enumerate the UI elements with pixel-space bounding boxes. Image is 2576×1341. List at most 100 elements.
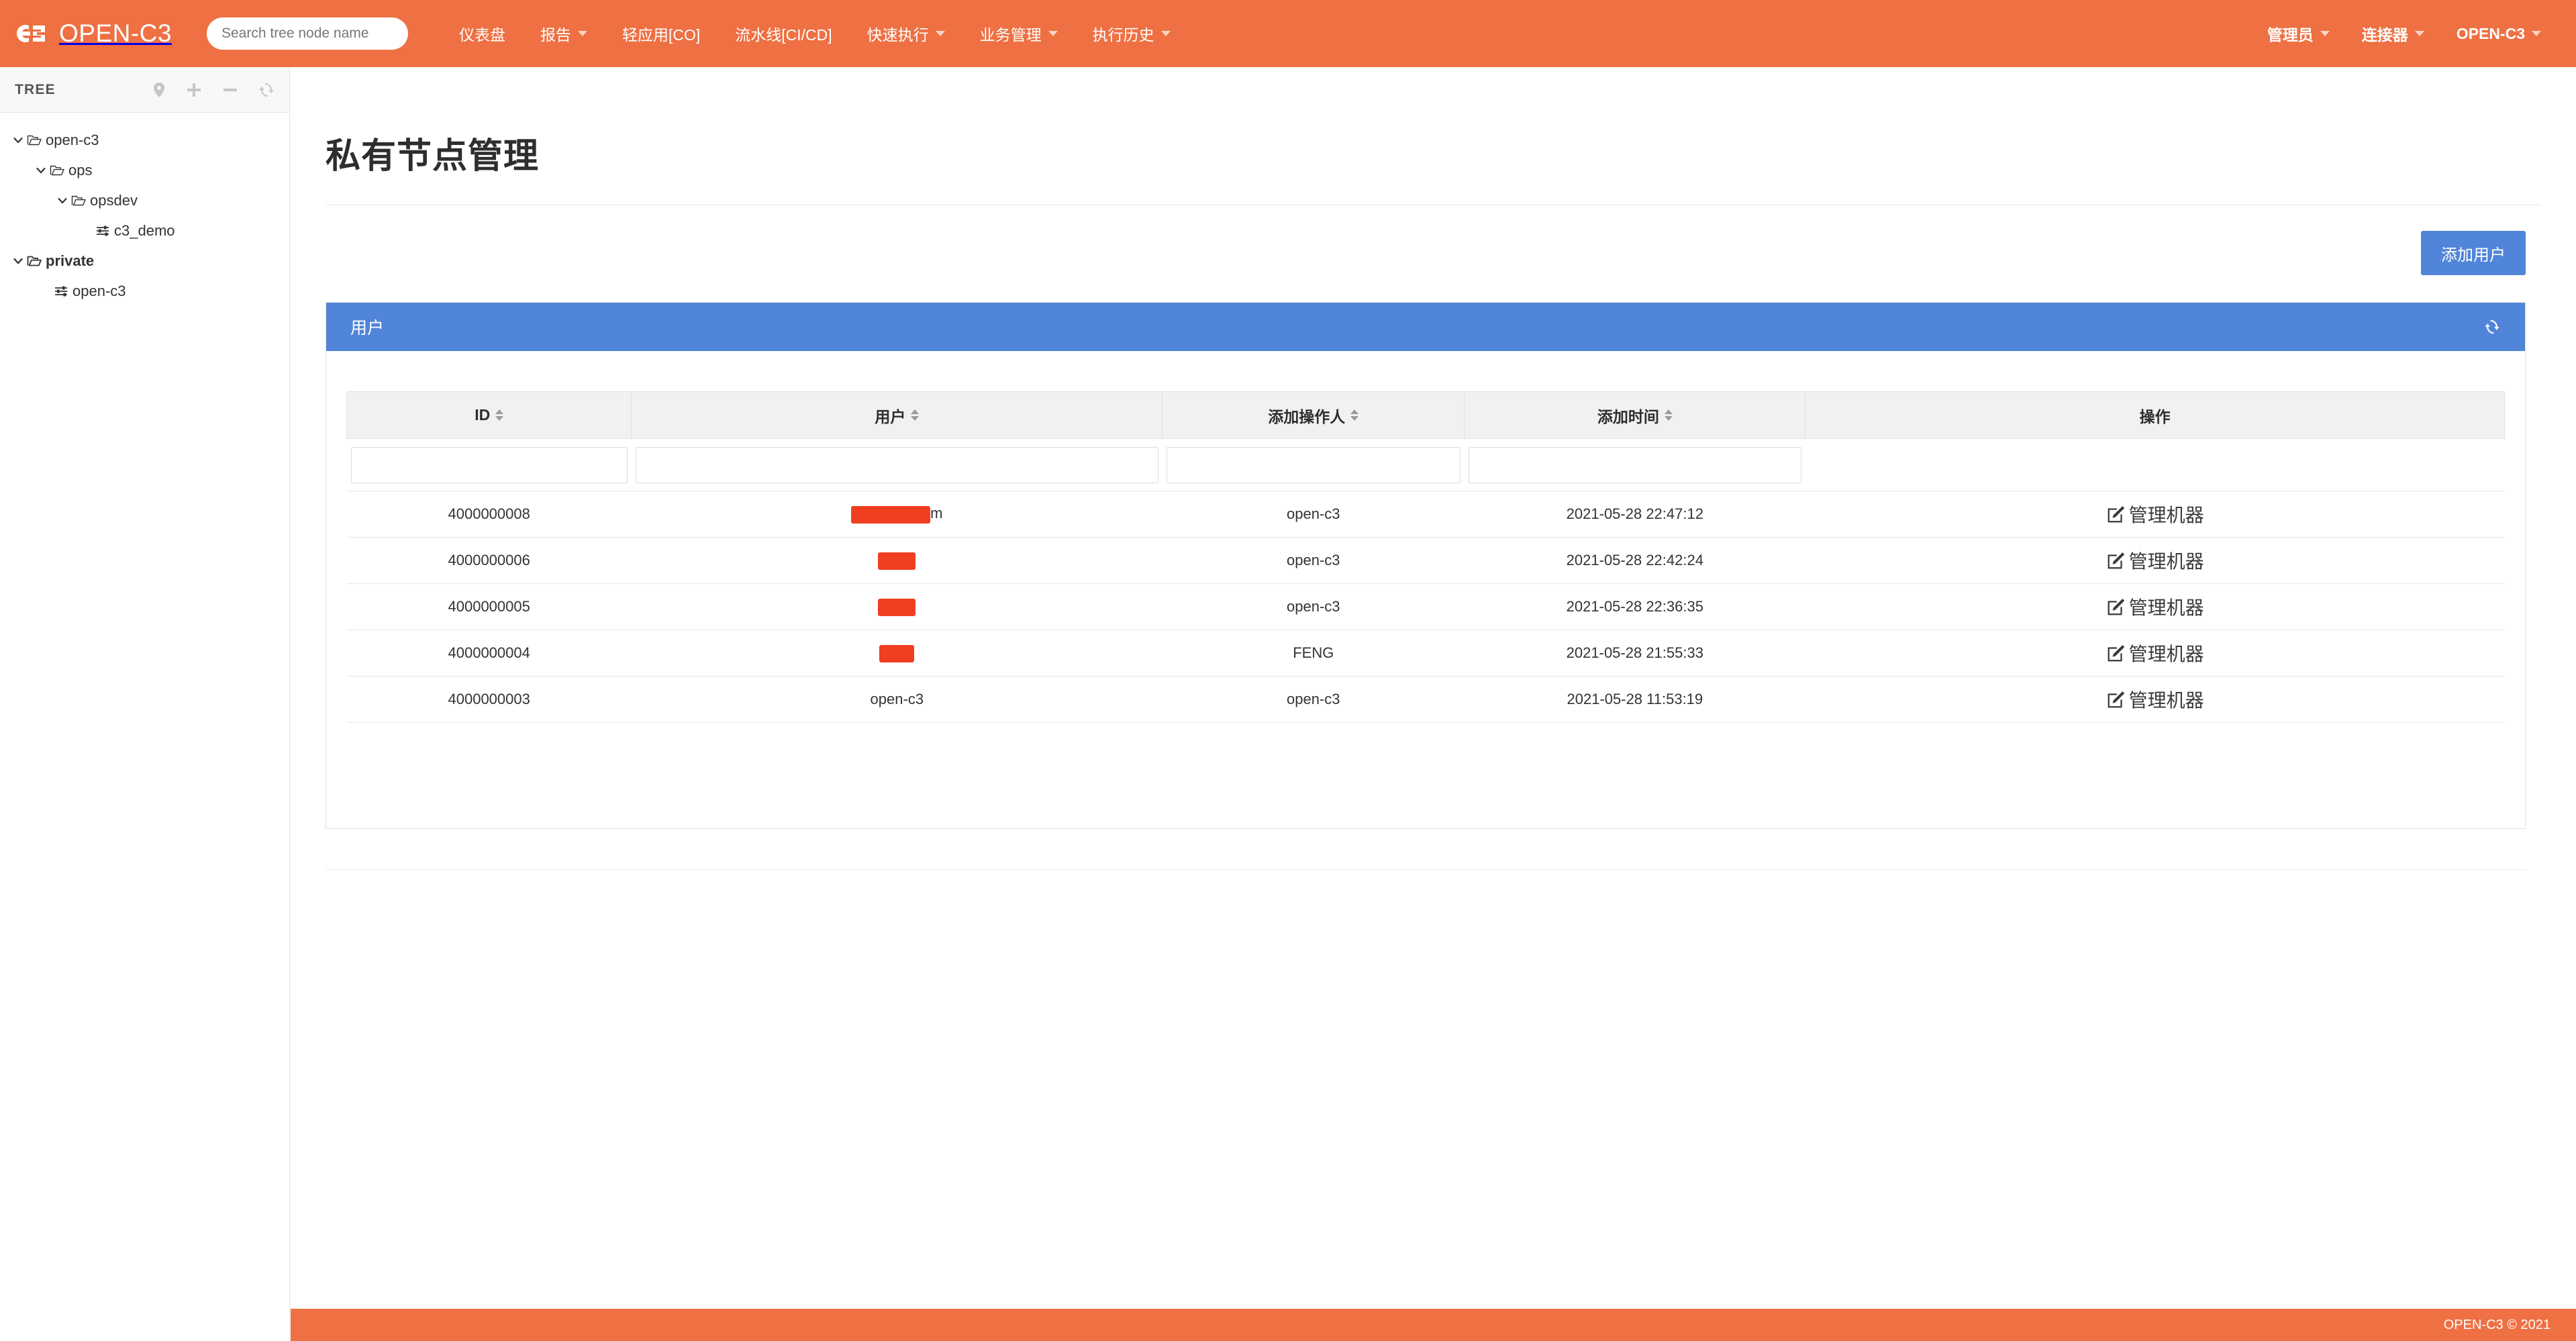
search-input[interactable] — [206, 17, 408, 50]
filter-cell-action — [1805, 438, 2505, 491]
table-row: 4000000008 m open-c3 2021-05-28 22:47:12 — [346, 491, 2505, 538]
tree-node-label: open-c3 — [72, 282, 126, 299]
nav-label: 业务管理 — [979, 26, 1042, 44]
nav-label: 管理员 — [2267, 26, 2314, 44]
nav-item-quick-exec[interactable]: 快速执行 — [850, 0, 962, 67]
tree-node-private-open-c3[interactable]: open-c3 — [0, 276, 289, 306]
nav-label: 流水线[CI/CD] — [735, 26, 832, 44]
filter-input-id[interactable] — [350, 446, 628, 483]
tree-node-label: ops — [68, 161, 93, 179]
manage-machine-link[interactable]: 管理机器 — [2106, 501, 2204, 528]
nav-item-connector[interactable]: 连接器 — [2346, 0, 2440, 67]
folder-open-icon — [27, 134, 42, 147]
minus-icon[interactable] — [222, 82, 238, 98]
cell-user: open-c3 — [631, 676, 1162, 723]
redacted-value — [879, 644, 915, 662]
nav-item-pipeline[interactable]: 流水线[CI/CD] — [717, 0, 849, 67]
table-row: 4000000003 open-c3 open-c3 2021-05-28 11… — [346, 676, 2505, 723]
top-navigation-bar: OPEN-C3 仪表盘 报告 轻应用[CO] 流水线[CI/CD] 快速执行 业… — [0, 0, 2576, 67]
cell-time: 2021-05-28 11:53:19 — [1464, 676, 1805, 723]
tree-node-ops[interactable]: ops — [0, 155, 289, 185]
chevron-down-icon[interactable] — [9, 134, 27, 146]
locate-pin-icon[interactable] — [152, 82, 166, 98]
sliders-icon — [54, 285, 68, 298]
add-user-button[interactable]: 添加用户 — [2421, 231, 2526, 275]
chevron-down-icon — [2414, 31, 2424, 36]
cell-user — [631, 583, 1162, 630]
sort-toggle-icon[interactable] — [1664, 409, 1673, 421]
column-header-action: 操作 — [1805, 391, 2505, 439]
secondary-nav-list: 管理员 连接器 OPEN-C3 — [2251, 0, 2557, 67]
manage-machine-link[interactable]: 管理机器 — [2106, 686, 2204, 713]
tree-node-open-c3[interactable]: open-c3 — [0, 125, 289, 155]
cell-user — [631, 537, 1162, 584]
refresh-icon[interactable] — [2483, 318, 2501, 336]
column-header-user[interactable]: 用户 — [631, 391, 1163, 439]
sort-toggle-icon[interactable] — [911, 409, 920, 421]
column-header-operator[interactable]: 添加操作人 — [1162, 391, 1465, 439]
cell-time: 2021-05-28 22:42:24 — [1464, 537, 1805, 584]
edit-square-icon — [2106, 689, 2126, 709]
chevron-down-icon[interactable] — [9, 255, 27, 267]
nav-item-dashboard[interactable]: 仪表盘 — [442, 0, 523, 67]
cell-id: 4000000003 — [346, 676, 632, 723]
tree-node-private[interactable]: private — [0, 246, 289, 276]
manage-machine-link[interactable]: 管理机器 — [2106, 547, 2204, 574]
cell-action: 管理机器 — [1805, 630, 2505, 677]
cell-time: 2021-05-28 22:47:12 — [1464, 491, 1805, 538]
sort-toggle-icon[interactable] — [1350, 409, 1359, 421]
nav-item-exec-history[interactable]: 执行历史 — [1075, 0, 1188, 67]
footer-copyright: OPEN-C3 © 2021 — [2443, 1317, 2550, 1332]
cell-operator: open-c3 — [1162, 676, 1465, 723]
plus-icon[interactable] — [186, 82, 202, 98]
tree-node-label: c3_demo — [114, 221, 175, 239]
nav-label: OPEN-C3 — [2456, 24, 2525, 42]
tree-toolbar — [152, 82, 275, 98]
nav-item-light-app[interactable]: 轻应用[CO] — [605, 0, 717, 67]
filter-input-operator[interactable] — [1166, 446, 1460, 483]
tree-node-label: opsdev — [90, 191, 138, 209]
nav-item-account[interactable]: OPEN-C3 — [2440, 0, 2557, 67]
tree-node-c3-demo[interactable]: c3_demo — [0, 215, 289, 246]
manage-machine-label: 管理机器 — [2128, 550, 2204, 572]
nav-item-business-mgmt[interactable]: 业务管理 — [962, 0, 1075, 67]
redacted-value — [851, 505, 931, 524]
manage-machine-label: 管理机器 — [2128, 643, 2204, 664]
manage-machine-label: 管理机器 — [2128, 504, 2204, 526]
tree-node-opsdev[interactable]: opsdev — [0, 185, 289, 215]
edit-square-icon — [2106, 597, 2126, 617]
cell-action: 管理机器 — [1805, 676, 2505, 723]
column-label: 添加操作人 — [1268, 407, 1346, 426]
tree-panel-title: TREE — [15, 81, 56, 97]
user-table-head: ID 用户 添加操作人 添加时间 操作 — [346, 391, 2505, 439]
chevron-down-icon — [2320, 31, 2330, 36]
edit-square-icon — [2106, 504, 2126, 524]
table-header-row: ID 用户 添加操作人 添加时间 操作 — [346, 391, 2505, 439]
manage-machine-link[interactable]: 管理机器 — [2106, 593, 2204, 620]
cell-action: 管理机器 — [1805, 583, 2505, 630]
chevron-down-icon[interactable] — [32, 164, 50, 177]
filter-input-user[interactable] — [635, 446, 1158, 483]
brand-home-link[interactable]: OPEN-C3 — [15, 0, 172, 67]
sliders-icon — [95, 224, 110, 238]
column-header-time[interactable]: 添加时间 — [1464, 391, 1806, 439]
chevron-down-icon[interactable] — [54, 195, 71, 207]
cell-id: 4000000006 — [346, 537, 632, 584]
nav-item-admin[interactable]: 管理员 — [2251, 0, 2346, 67]
filter-cell-id — [346, 438, 632, 491]
manage-machine-link[interactable]: 管理机器 — [2106, 640, 2204, 666]
nav-item-report[interactable]: 报告 — [523, 0, 605, 67]
cell-time: 2021-05-28 22:36:35 — [1464, 583, 1805, 630]
user-panel-body: ID 用户 添加操作人 添加时间 操作 4000000008 m open-c3… — [326, 351, 2525, 723]
filter-input-time[interactable] — [1468, 446, 1801, 483]
sort-toggle-icon[interactable] — [495, 409, 504, 421]
tree-sidebar: TREE open-c3 ops opsdev c3_demo private … — [0, 67, 290, 1341]
column-header-id[interactable]: ID — [346, 391, 632, 439]
tree-header: TREE — [0, 67, 289, 113]
cell-operator: open-c3 — [1162, 491, 1465, 538]
nav-label: 快速执行 — [866, 26, 929, 44]
refresh-icon[interactable] — [258, 82, 275, 98]
column-label: 用户 — [875, 407, 906, 426]
table-filter-row — [346, 438, 2505, 491]
cell-user — [631, 630, 1162, 677]
